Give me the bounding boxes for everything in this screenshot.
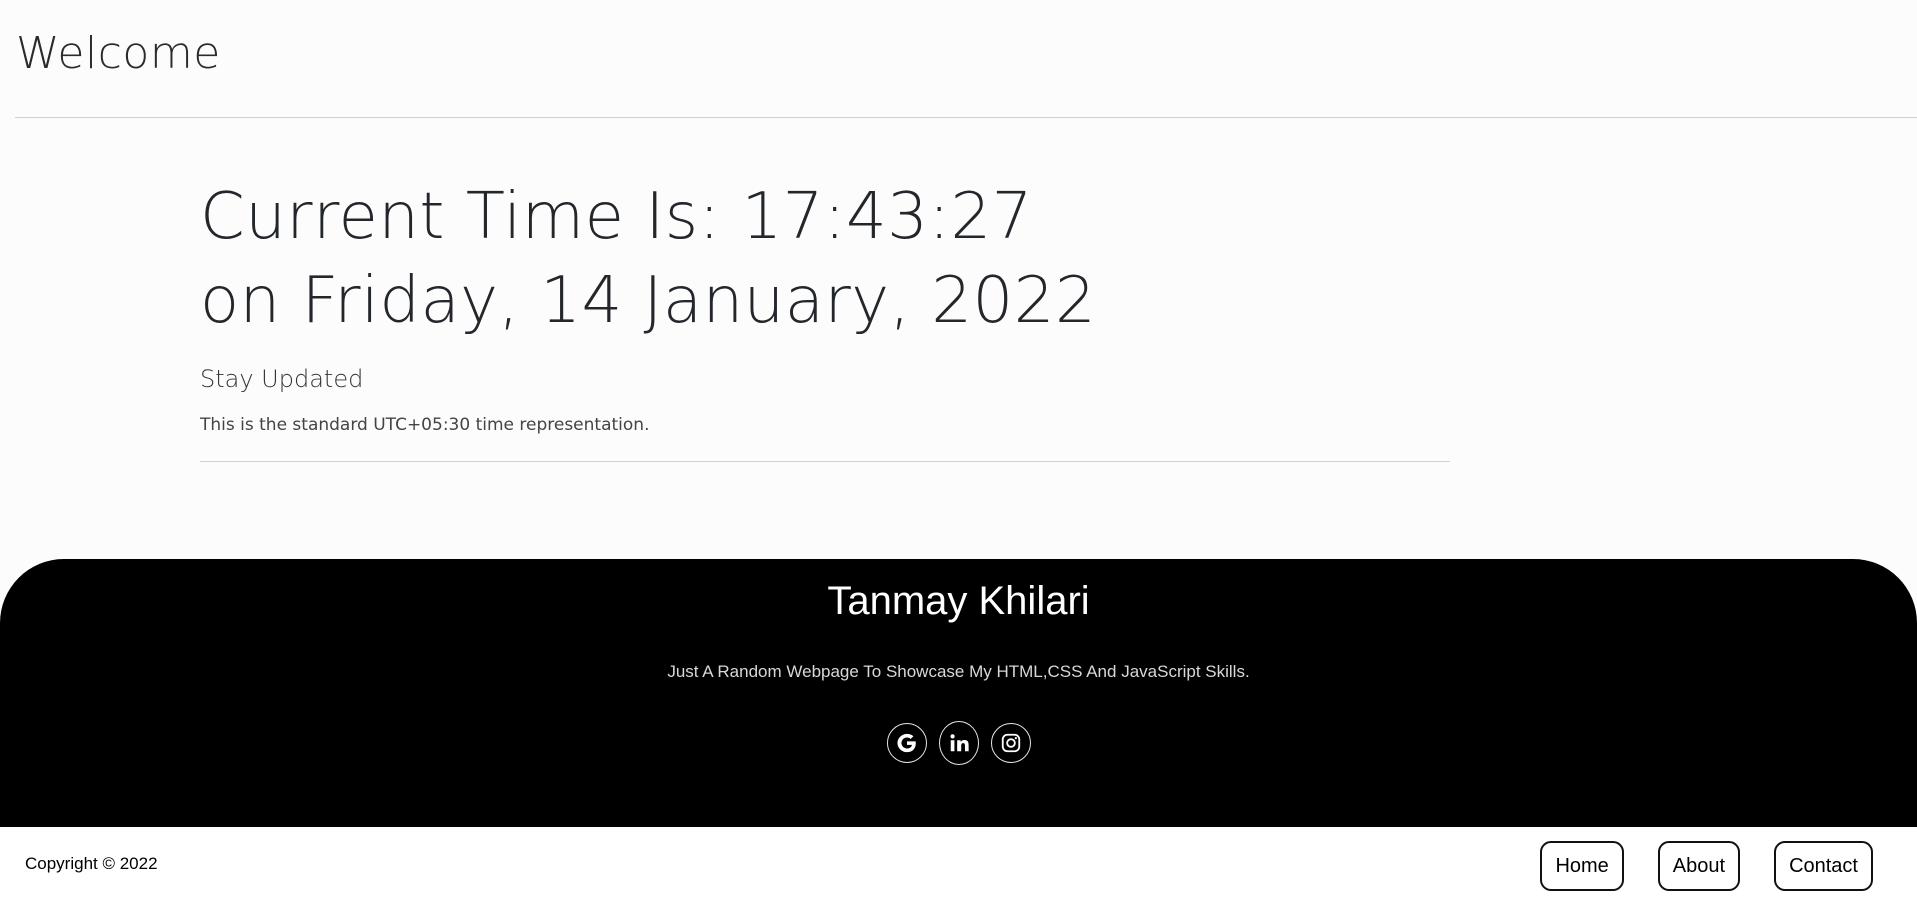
footer-author-name: Tanmay Khilari [827,579,1090,623]
about-button[interactable]: About [1657,841,1741,891]
social-links [0,721,1917,765]
linkedin-icon [949,734,969,752]
current-time-heading: Current Time Is: 17:43:27 [200,180,1033,254]
header-divider [15,117,1917,118]
copyright-text: Copyright © 2022 [25,854,158,873]
page: Welcome Current Time Is: 17:43:27 on Fri… [0,0,1917,901]
footer-tagline: Just A Random Webpage To Showcase My HTM… [667,662,1250,681]
home-button[interactable]: Home [1540,841,1624,891]
google-link[interactable] [886,723,927,763]
timezone-description: This is the standard UTC+05:30 time repr… [200,415,650,435]
page-title: Welcome [16,28,221,79]
bottom-nav: Home About Contact [1540,841,1873,891]
main-content: Current Time Is: 17:43:27 on Friday, 14 … [200,175,1450,462]
instagram-link[interactable] [990,723,1031,763]
bottom-bar: Copyright © 2022 Home About Contact [0,827,1917,901]
stay-updated-subtitle: Stay Updated [200,365,364,393]
current-date-heading: on Friday, 14 January, 2022 [200,264,1097,338]
footer: Tanmay Khilari Just A Random Webpage To … [0,559,1917,827]
linkedin-link[interactable] [938,721,979,765]
instagram-icon [1001,733,1020,753]
content-divider [200,461,1450,462]
google-icon [896,733,916,753]
contact-button[interactable]: Contact [1774,841,1873,891]
